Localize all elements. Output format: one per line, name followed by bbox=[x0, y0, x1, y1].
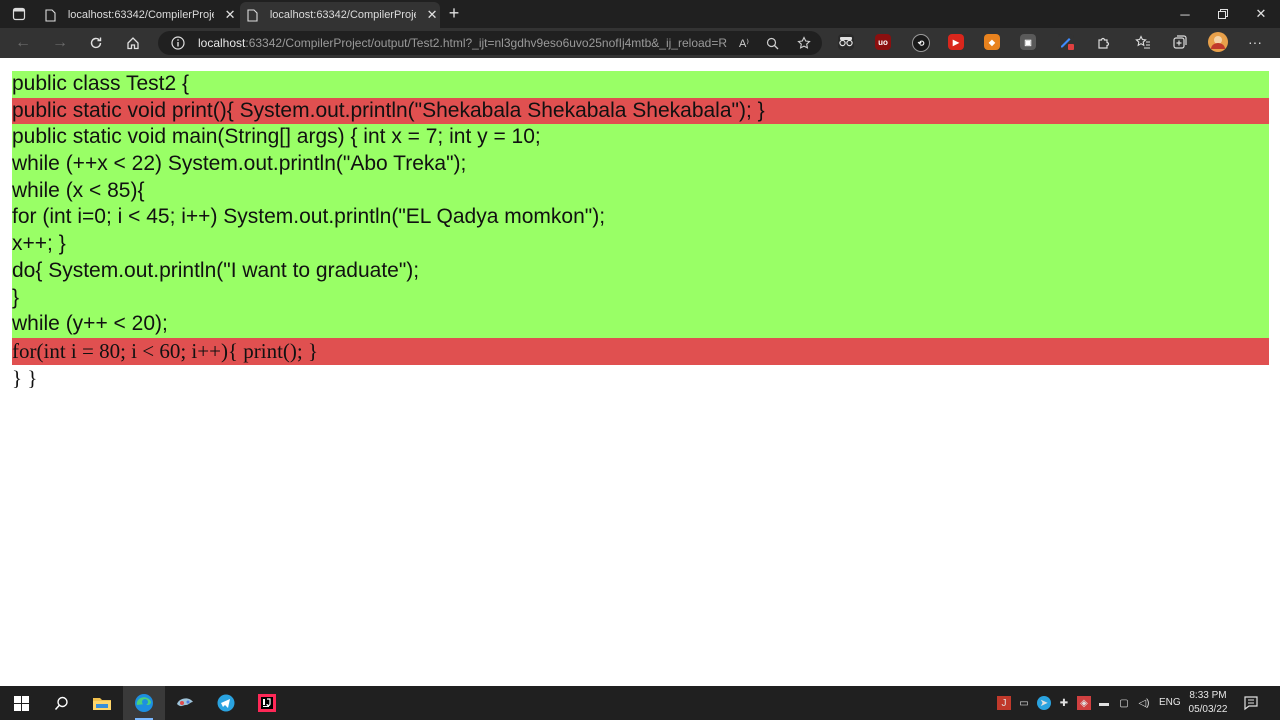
close-window-icon[interactable]: ✕ bbox=[1242, 0, 1280, 28]
page-icon bbox=[44, 8, 58, 22]
tray-display-icon[interactable]: ▭ bbox=[1017, 696, 1031, 710]
system-clock[interactable]: 8:33 PM 05/03/22 bbox=[1186, 689, 1230, 717]
search-icon[interactable] bbox=[40, 686, 82, 720]
tray-shield-icon[interactable]: ✚ bbox=[1057, 696, 1071, 710]
favorite-star-icon[interactable] bbox=[796, 35, 812, 51]
clock-date: 05/03/22 bbox=[1188, 704, 1228, 715]
extensions-puzzle-icon[interactable] bbox=[1094, 33, 1112, 51]
url-text[interactable]: localhost:63342/CompilerProject/output/T… bbox=[198, 35, 728, 51]
extension-icon[interactable]: ⟲ bbox=[912, 34, 930, 52]
windows-taskbar: J ▭ ➤ ✚ ◈ ▬ ▢ ◁) ENG 8:33 PM 05/03/22 bbox=[0, 686, 1280, 720]
code-line: public class Test2 { bbox=[12, 71, 1269, 98]
start-icon[interactable] bbox=[0, 686, 42, 720]
code-line: public static void print(){ System.out.p… bbox=[12, 97, 1269, 125]
network-icon[interactable]: ▢ bbox=[1117, 696, 1131, 710]
back-icon[interactable]: ← bbox=[13, 33, 33, 53]
intellij-icon[interactable] bbox=[246, 686, 288, 720]
code-line: while (x < 85){ bbox=[12, 177, 1269, 205]
browser-tab-strip: localhost:63342/CompilerProject ✕ localh… bbox=[0, 0, 1280, 28]
input-language[interactable]: ENG bbox=[1159, 697, 1181, 708]
refresh-icon[interactable] bbox=[86, 33, 106, 53]
forward-icon[interactable]: → bbox=[50, 33, 70, 53]
code-line: while (++x < 22) System.out.println("Abo… bbox=[12, 151, 1269, 178]
tab-title: localhost:63342/CompilerProject bbox=[67, 9, 215, 21]
close-tab-icon[interactable]: ✕ bbox=[222, 7, 238, 23]
metamask-icon[interactable]: ◆ bbox=[984, 34, 1000, 50]
profile-avatar[interactable] bbox=[1207, 31, 1229, 53]
minimize-icon[interactable]: ─ bbox=[1166, 0, 1204, 28]
close-tab-icon[interactable]: ✕ bbox=[424, 7, 440, 23]
clock-time: 8:33 PM bbox=[1189, 690, 1227, 701]
page-icon bbox=[246, 8, 260, 22]
new-tab-button[interactable]: + bbox=[444, 4, 464, 24]
url-path: :63342/CompilerProject/output/Test2.html… bbox=[245, 36, 728, 50]
home-icon[interactable] bbox=[123, 33, 143, 53]
edge-icon[interactable] bbox=[123, 686, 165, 720]
browser-toolbar: ← → localhost:63342/CompilerProject/outp… bbox=[0, 28, 1280, 58]
code-line: for (int i=0; i < 45; i++) System.out.pr… bbox=[12, 204, 1269, 232]
code-line: } bbox=[12, 284, 1269, 312]
tab-actions-icon[interactable] bbox=[8, 4, 30, 24]
telegram-icon[interactable] bbox=[205, 686, 247, 720]
site-info-icon[interactable] bbox=[170, 35, 186, 51]
app-icon[interactable] bbox=[164, 686, 206, 720]
tray-app-icon[interactable]: ◈ bbox=[1077, 696, 1091, 710]
youtube-extension-icon[interactable]: ▶ bbox=[948, 34, 964, 50]
favorites-icon[interactable] bbox=[1134, 33, 1152, 51]
code-line: public static void main(String[] args) {… bbox=[12, 124, 1269, 152]
tab-title: localhost:63342/CompilerProject bbox=[269, 9, 417, 21]
code-line-closing: } } bbox=[12, 365, 38, 390]
incognito-extension-icon[interactable] bbox=[838, 34, 854, 50]
browser-tab-active[interactable]: localhost:63342/CompilerProject ✕ bbox=[240, 2, 440, 28]
address-bar[interactable]: localhost:63342/CompilerProject/output/T… bbox=[158, 31, 822, 55]
extension-icon[interactable]: ▣ bbox=[1020, 34, 1036, 50]
code-output: public class Test2 { public static void … bbox=[12, 71, 1269, 391]
volume-icon[interactable]: ◁) bbox=[1137, 696, 1151, 710]
url-host: localhost bbox=[198, 36, 246, 50]
pen-extension-icon[interactable] bbox=[1058, 34, 1074, 50]
code-line: while (y++ < 20); bbox=[12, 311, 1269, 338]
ublock-origin-icon[interactable]: uo bbox=[875, 34, 891, 50]
tray-battery-icon[interactable]: ▬ bbox=[1097, 696, 1111, 710]
code-line: do{ System.out.println("I want to gradua… bbox=[12, 257, 1269, 285]
tray-telegram-icon[interactable]: ➤ bbox=[1037, 696, 1051, 710]
browser-tab[interactable]: localhost:63342/CompilerProject ✕ bbox=[38, 2, 238, 28]
code-line: x++; } bbox=[12, 231, 1269, 258]
file-explorer-icon[interactable] bbox=[81, 686, 123, 720]
collections-icon[interactable] bbox=[1171, 33, 1189, 51]
more-options-icon[interactable]: ··· bbox=[1246, 33, 1264, 51]
read-aloud-icon[interactable]: A⁾ bbox=[736, 35, 752, 51]
page-content: public class Test2 { public static void … bbox=[0, 58, 1280, 686]
notification-icon[interactable] bbox=[1243, 695, 1259, 711]
zoom-icon[interactable] bbox=[764, 35, 780, 51]
restore-icon[interactable] bbox=[1204, 0, 1242, 28]
window-controls: ─ ✕ bbox=[1166, 0, 1280, 28]
tray-app-icon[interactable]: J bbox=[997, 696, 1011, 710]
code-line-error: for(int i = 80; i < 60; i++){ print(); } bbox=[12, 337, 1269, 365]
